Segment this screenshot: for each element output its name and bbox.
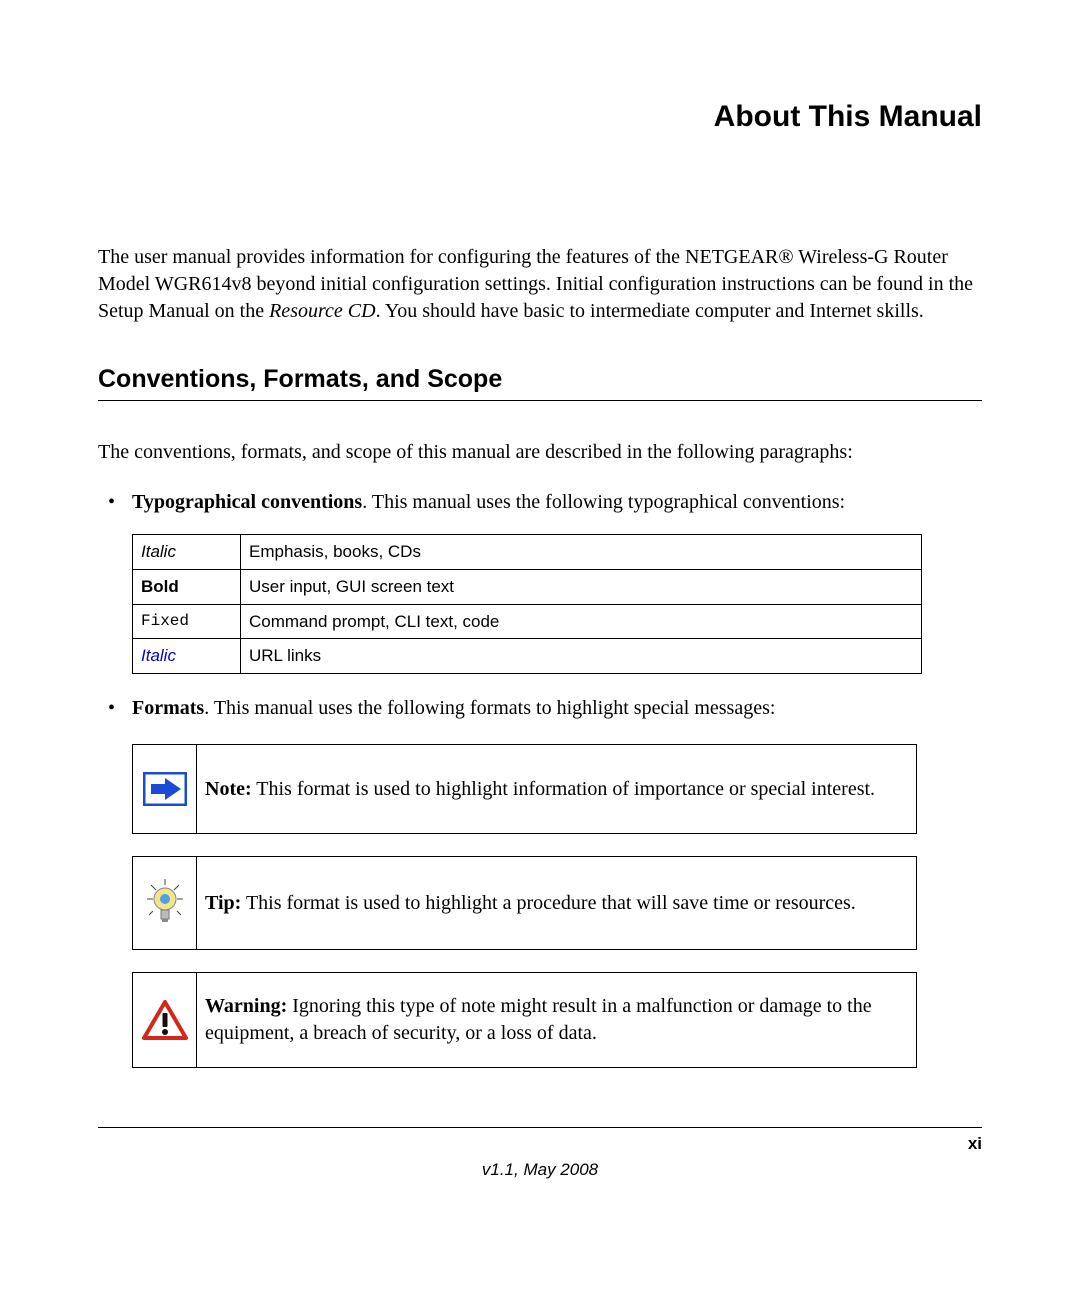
tip-label: Tip: — [205, 892, 241, 914]
tip-box: Tip: This format is used to highlight a … — [132, 856, 917, 950]
bullet1-label: Typographical conventions — [132, 491, 362, 513]
typography-table: Italic Emphasis, books, CDs Bold User in… — [132, 534, 922, 674]
tip-text-cell: Tip: This format is used to highlight a … — [197, 857, 916, 949]
table-row: Italic URL links — [133, 639, 922, 674]
footer-rule — [98, 1127, 982, 1128]
note-label: Note: — [205, 778, 252, 800]
table-row: Bold User input, GUI screen text — [133, 569, 922, 604]
bullet1-text: . This manual uses the following typogra… — [362, 491, 845, 513]
warning-text-cell: Warning: Ignoring this type of note migh… — [197, 973, 916, 1067]
section-intro: The conventions, formats, and scope of t… — [98, 439, 982, 466]
table-cell-right: URL links — [241, 639, 922, 674]
table-cell-right: Emphasis, books, CDs — [241, 535, 922, 570]
warning-text: Ignoring this type of note might result … — [205, 995, 872, 1044]
table-cell-right: Command prompt, CLI text, code — [241, 604, 922, 639]
warning-box: Warning: Ignoring this type of note migh… — [132, 972, 917, 1068]
warning-icon — [142, 999, 188, 1041]
intro-italic: Resource CD — [269, 300, 375, 322]
list-item-typographical: Typographical conventions. This manual u… — [98, 488, 982, 674]
table-row: Fixed Command prompt, CLI text, code — [133, 604, 922, 639]
warning-label: Warning: — [205, 995, 287, 1017]
table-cell-left: Italic — [133, 535, 241, 570]
note-icon-cell — [133, 745, 197, 833]
bullet2-text: . This manual uses the following formats… — [204, 697, 775, 719]
section-heading: Conventions, Formats, and Scope — [98, 365, 982, 401]
table-cell-left: Italic — [133, 639, 241, 674]
page-number: xi — [968, 1134, 982, 1154]
table-cell-right: User input, GUI screen text — [241, 569, 922, 604]
bullet2-label: Formats — [132, 697, 204, 719]
note-text-cell: Note: This format is used to highlight i… — [197, 745, 916, 833]
arrow-right-icon — [143, 772, 187, 806]
warning-icon-cell — [133, 973, 197, 1067]
table-cell-left: Fixed — [133, 604, 241, 639]
tip-icon-cell — [133, 857, 197, 949]
lightbulb-icon — [143, 877, 187, 929]
tip-text: This format is used to highlight a proce… — [241, 892, 855, 914]
page-title: About This Manual — [98, 100, 982, 134]
list-item-formats: Formats. This manual uses the following … — [98, 694, 982, 1068]
table-cell-left: Bold — [133, 569, 241, 604]
note-text: This format is used to highlight informa… — [252, 778, 875, 800]
table-row: Italic Emphasis, books, CDs — [133, 535, 922, 570]
version-footer: v1.1, May 2008 — [0, 1160, 1080, 1180]
format-boxes: Note: This format is used to highlight i… — [132, 744, 982, 1068]
conventions-list: Typographical conventions. This manual u… — [98, 488, 982, 1068]
note-box: Note: This format is used to highlight i… — [132, 744, 917, 834]
intro-text-2: . You should have basic to intermediate … — [376, 300, 924, 322]
intro-paragraph: The user manual provides information for… — [98, 244, 982, 325]
